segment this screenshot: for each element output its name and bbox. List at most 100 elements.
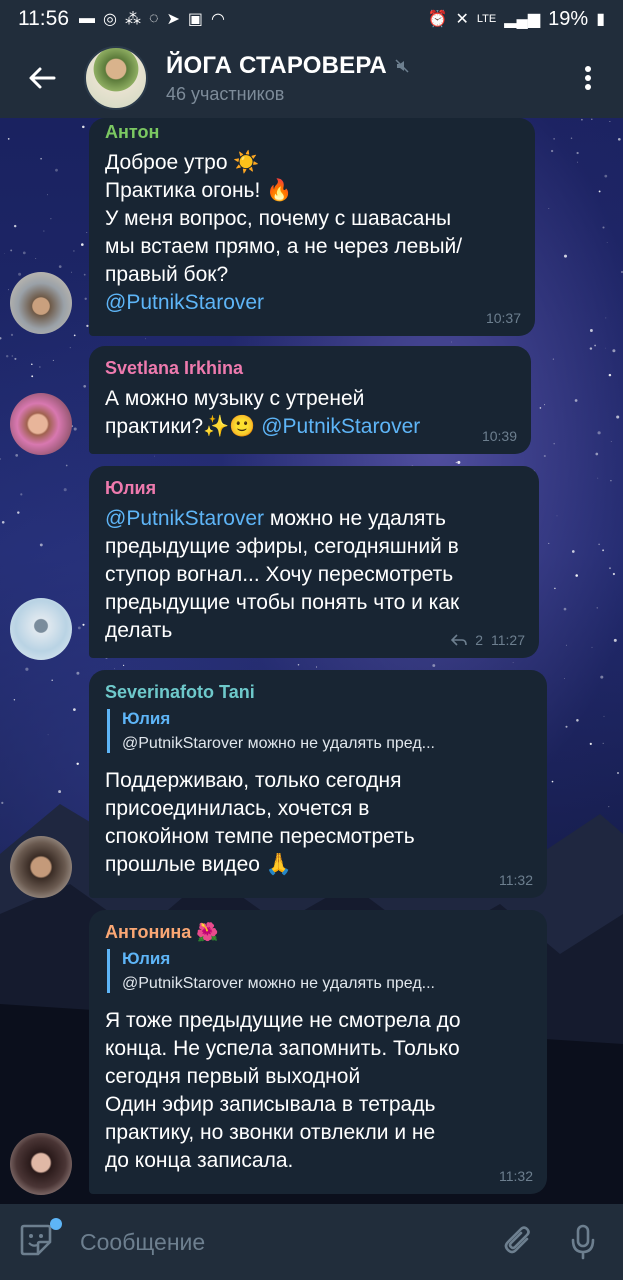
star [86, 231, 88, 233]
member-count: 46 участников [166, 83, 285, 104]
star [608, 373, 612, 377]
message-meta: 10:37 [486, 310, 521, 326]
star [591, 646, 593, 648]
sender-name: Юлия [105, 478, 157, 498]
star [539, 407, 542, 409]
new-indicator-dot [50, 1218, 62, 1230]
star [43, 230, 45, 232]
star [84, 297, 87, 300]
star [20, 493, 23, 496]
message-input-bar: Сообщение [0, 1204, 623, 1280]
muted-icon [395, 58, 409, 73]
message-time: 11:32 [499, 1168, 533, 1184]
star [39, 366, 41, 368]
more-menu-button[interactable] [553, 38, 623, 118]
message-meta: 11:32 [499, 1168, 533, 1184]
message-text: @PutnikStarover можно не удалять предыду… [105, 505, 523, 645]
instagram-icon: ◎ [103, 11, 117, 28]
avatar[interactable] [10, 393, 72, 455]
message-time: 10:37 [485, 310, 521, 326]
star [609, 567, 611, 570]
message-bubble[interactable]: Svetlana Irkhina А можно музыку с утрене… [89, 346, 531, 454]
star [554, 587, 556, 590]
star [610, 441, 612, 442]
mention-link[interactable]: @PutnikStarover [105, 289, 519, 317]
translate-icon: ▣ [187, 11, 204, 28]
message-bubble[interactable]: Антон Доброе утро ☀️ Практика огонь! 🔥 У… [89, 118, 535, 336]
message-input[interactable]: Сообщение [80, 1229, 477, 1256]
attach-button[interactable] [497, 1220, 541, 1264]
star [550, 149, 554, 153]
reply-preview[interactable]: Юлия @PutnikStarover можно не удалять пр… [107, 709, 531, 753]
whatsapp-icon: ◌ [148, 10, 159, 27]
star [594, 344, 596, 347]
star [10, 249, 13, 252]
signal-icon: ▂▄▆ [504, 11, 541, 28]
star [51, 679, 53, 682]
star [604, 174, 608, 178]
microphone-icon [571, 1224, 595, 1260]
battery-icon: ▮ [596, 11, 605, 28]
star [597, 477, 599, 479]
paperclip-icon [504, 1226, 530, 1254]
star [69, 347, 71, 349]
avatar[interactable] [10, 598, 72, 660]
message-text: Поддерживаю, только сегодня присоединила… [105, 769, 415, 876]
star [597, 431, 601, 435]
mention-link[interactable]: @PutnikStarover [261, 415, 420, 438]
star [7, 289, 9, 291]
star [613, 638, 617, 642]
mention-link[interactable]: @PutnikStarover [105, 507, 264, 530]
reply-preview[interactable]: Юлия @PutnikStarover можно не удалять пр… [107, 949, 531, 993]
star [565, 644, 567, 646]
back-button[interactable] [0, 38, 84, 118]
star [553, 138, 555, 140]
star [80, 243, 84, 246]
avatar[interactable] [10, 836, 72, 898]
star [605, 347, 607, 349]
message-icon: ▬ [79, 10, 95, 27]
star [0, 337, 2, 340]
message-bubble[interactable]: Юлия @PutnikStarover можно не удалять пр… [89, 466, 539, 658]
star [577, 161, 578, 163]
sender-name: Антон [105, 122, 160, 142]
avatar[interactable] [10, 1133, 72, 1195]
star [0, 458, 1, 460]
star [13, 224, 17, 228]
chat-header: ЙОГА СТАРОВЕРА 46 участников [0, 38, 623, 118]
star [73, 334, 76, 337]
message-meta: 2 11:27 [451, 632, 525, 648]
reply-count[interactable]: 2 [475, 632, 483, 648]
star [10, 333, 14, 336]
star [35, 258, 37, 259]
star [563, 607, 567, 611]
sticker-icon [20, 1224, 52, 1256]
chat-title-block[interactable]: ЙОГА СТАРОВЕРА 46 участников [166, 52, 409, 105]
star [145, 338, 147, 340]
star [83, 384, 87, 388]
star [544, 404, 546, 406]
star [11, 355, 13, 357]
star [552, 358, 555, 360]
message-bubble[interactable]: Severinafoto Tani Юлия @PutnikStarover м… [89, 670, 547, 898]
star [609, 121, 611, 123]
voice-button[interactable] [561, 1220, 605, 1264]
star [576, 151, 579, 155]
star [543, 454, 546, 458]
message-text: А можно музыку с утреней практики?✨🙂 @Pu… [105, 385, 515, 441]
star [553, 442, 555, 445]
sticker-button[interactable] [18, 1218, 62, 1262]
sender-name: Severinafoto Tani [105, 682, 255, 702]
avatar[interactable] [10, 272, 72, 334]
group-avatar[interactable] [84, 46, 148, 110]
message-bubble[interactable]: Антонина 🌺 Юлия @PutnikStarover можно не… [89, 910, 547, 1194]
star [25, 667, 29, 671]
star [602, 549, 605, 552]
back-arrow-icon [29, 67, 56, 89]
star [591, 118, 593, 121]
star [600, 675, 604, 679]
star [451, 341, 452, 343]
star [548, 208, 550, 209]
message-text: Я тоже предыдущие не смотрела до конца. … [105, 1009, 461, 1172]
status-time: 11:56 [18, 7, 69, 30]
